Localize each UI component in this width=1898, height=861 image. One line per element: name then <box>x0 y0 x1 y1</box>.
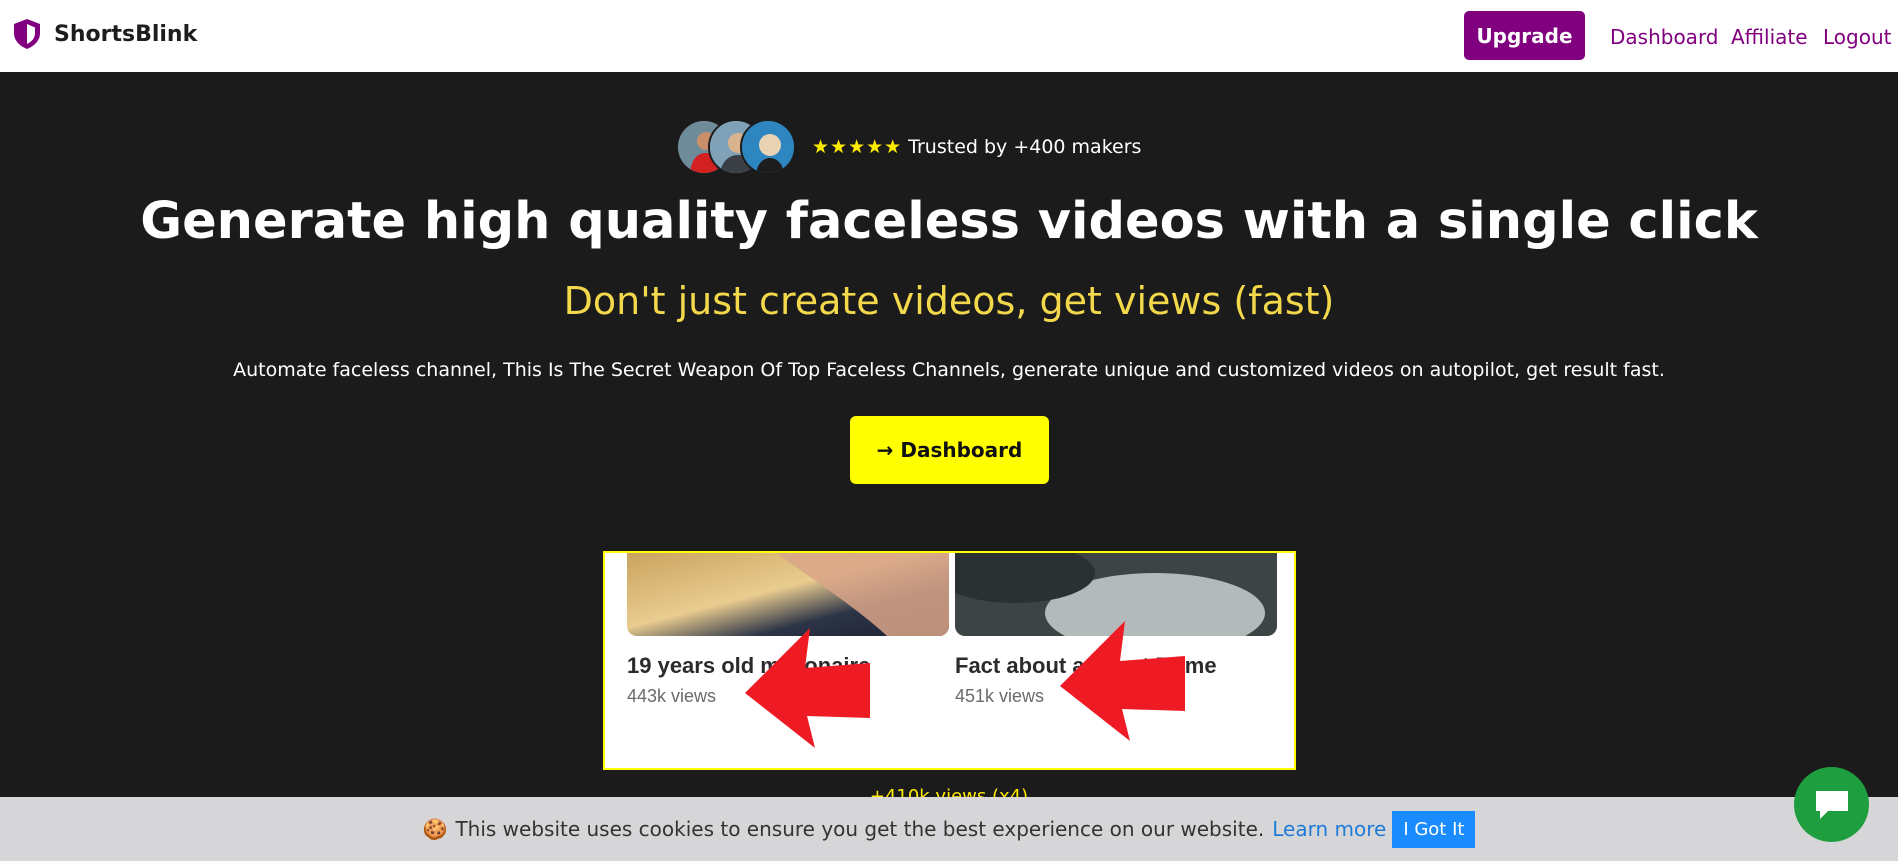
chat-widget-button[interactable] <box>1794 767 1869 842</box>
cookie-consent-bar: 🍪 This website uses cookies to ensure yo… <box>0 797 1898 861</box>
trust-text: ★★★★★ Trusted by +400 makers <box>812 136 1141 158</box>
cookie-icon: 🍪 <box>422 817 448 841</box>
dashboard-cta-button[interactable]: → Dashboard <box>850 416 1049 484</box>
trust-badge: ★★★★★ Trusted by +400 makers <box>676 119 1141 175</box>
shield-icon <box>14 19 40 49</box>
upgrade-button[interactable]: Upgrade <box>1464 11 1585 60</box>
nav-link-dashboard[interactable]: Dashboard <box>1610 25 1719 49</box>
learn-more-link[interactable]: Learn more <box>1272 817 1386 841</box>
maker-avatar <box>740 119 796 175</box>
nav-link-logout[interactable]: Logout <box>1823 25 1891 49</box>
nav-link-affiliate[interactable]: Affiliate <box>1731 25 1808 49</box>
rating-stars: ★★★★★ <box>812 136 903 158</box>
hero-headline: Generate high quality faceless videos wi… <box>140 192 1758 251</box>
arrow-icon <box>1060 621 1185 741</box>
chat-icon <box>1815 790 1848 819</box>
trust-label: Trusted by +400 makers <box>908 136 1142 158</box>
top-navbar: ShortsBlink Upgrade Dashboard Affiliate … <box>0 0 1898 72</box>
hero-description: Automate faceless channel, This Is The S… <box>233 359 1665 381</box>
video-card-views: 443k views <box>627 686 717 706</box>
cookie-message: This website uses cookies to ensure you … <box>455 817 1265 841</box>
brand-name: ShortsBlink <box>54 21 198 47</box>
arrow-icon <box>745 628 870 748</box>
video-thumbnail <box>627 553 949 636</box>
video-card-views: 451k views <box>955 686 1045 706</box>
brand[interactable]: ShortsBlink <box>12 18 197 50</box>
hero-subheadline: Don't just create videos, get views (fas… <box>563 279 1335 323</box>
social-proof-image: 19 years old millionaire 443k views Fact… <box>603 551 1296 770</box>
accept-cookies-button[interactable]: I Got It <box>1392 810 1476 848</box>
